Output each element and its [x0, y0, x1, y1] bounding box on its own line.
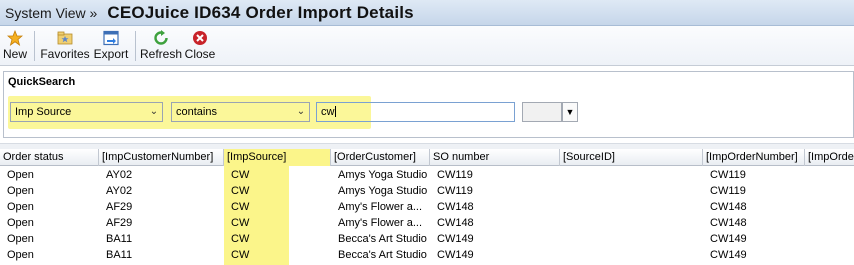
cell-imp-customer-number: AF29 — [106, 217, 133, 229]
cell-imp-source: CW — [231, 233, 250, 245]
cell-so-number: CW148 — [437, 217, 474, 229]
table-row[interactable]: Open BA11 CW Becca's Art Studio CW149 CW… — [0, 231, 854, 247]
export-button[interactable]: Export — [91, 26, 131, 64]
cell-source-id — [560, 167, 703, 183]
refresh-icon — [153, 29, 169, 46]
new-button[interactable]: New — [0, 26, 30, 64]
cell-imp-order-number: CW148 — [710, 201, 747, 213]
star-icon — [7, 29, 23, 46]
field-dropdown-value: Imp Source — [15, 106, 72, 118]
grid-header: Order status [ImpCustomerNumber] [ImpSou… — [0, 149, 854, 166]
cell-order-status: Open — [7, 249, 34, 261]
page-title: CEOJuice ID634 Order Import Details — [107, 2, 414, 22]
toolbar-separator — [135, 31, 136, 61]
cell-imp-order-number: CW149 — [710, 249, 747, 261]
cell-order-customer: Amy's Flower a... — [338, 201, 423, 213]
toolbar: New Favorites Export Refresh Close — [0, 26, 854, 66]
close-button-label: Close — [184, 47, 216, 61]
cell-imp-order-number: CW149 — [710, 233, 747, 245]
cell-imp-customer-number: AF29 — [106, 201, 133, 213]
cell-imp-source: CW — [231, 185, 250, 197]
refresh-button-label: Refresh — [139, 47, 183, 61]
text-caret — [335, 106, 337, 117]
cell-order-status: Open — [7, 217, 34, 229]
cell-imp-order-number: CW119 — [710, 169, 746, 181]
quicksearch-title: QuickSearch — [8, 76, 76, 88]
chevron-down-icon: ⌄ — [149, 106, 159, 117]
cell-imp-source: CW — [231, 169, 250, 181]
column-header[interactable]: SO number — [430, 149, 560, 166]
table-row[interactable]: Open AY02 CW Amys Yoga Studio CW119 CW11… — [0, 167, 854, 183]
column-header[interactable]: [ImpCustomerNumber] — [99, 149, 224, 166]
favorites-folder-icon — [56, 29, 74, 46]
toolbar-separator — [34, 31, 35, 61]
operator-dropdown-value: contains — [176, 106, 217, 118]
new-button-label: New — [2, 47, 27, 61]
favorites-button[interactable]: Favorites — [39, 26, 91, 64]
cell-imp-customer-number: AY02 — [106, 169, 133, 181]
cell-source-id — [560, 199, 703, 215]
caret-down-icon: ▼ — [565, 107, 575, 117]
close-button[interactable]: Close — [182, 26, 218, 64]
column-header[interactable]: [ImpSource] — [224, 149, 331, 166]
search-input[interactable]: cw — [316, 102, 515, 122]
cell-imp-customer-number: BA11 — [106, 233, 133, 245]
table-row[interactable]: Open AY02 CW Amys Yoga Studio CW119 CW11… — [0, 183, 854, 199]
table-row[interactable]: Open AF29 CW Amy's Flower a... CW148 CW1… — [0, 215, 854, 231]
cell-imp-order-number: CW148 — [710, 217, 747, 229]
breadcrumb[interactable]: System View » — [5, 5, 97, 21]
cell-order-status: Open — [7, 185, 34, 197]
cell-source-id — [560, 247, 703, 263]
cell-imp-order-number: CW119 — [710, 185, 746, 197]
cell-so-number: CW149 — [437, 233, 474, 245]
close-icon — [192, 29, 208, 46]
cell-order-status: Open — [7, 233, 34, 245]
cell-so-number: CW148 — [437, 201, 474, 213]
table-row[interactable]: Open AF29 CW Amy's Flower a... CW148 CW1… — [0, 199, 854, 215]
cell-order-customer: Becca's Art Studio — [338, 249, 427, 261]
export-button-label: Export — [93, 47, 129, 61]
cell-order-status: Open — [7, 201, 34, 213]
column-header[interactable]: [SourceID] — [560, 149, 703, 166]
cell-imp-customer-number: AY02 — [106, 185, 133, 197]
color-swatch[interactable] — [522, 102, 562, 122]
data-grid: Order status [ImpCustomerNumber] [ImpSou… — [0, 149, 854, 265]
cell-source-id — [560, 215, 703, 231]
cell-order-customer: Becca's Art Studio — [338, 233, 427, 245]
cell-order-customer: Amys Yoga Studio — [338, 185, 428, 197]
cell-order-customer: Amys Yoga Studio — [338, 169, 428, 181]
cell-source-id — [560, 183, 703, 199]
cell-imp-source: CW — [231, 201, 250, 213]
color-dropdown-button[interactable]: ▼ — [562, 102, 578, 122]
field-dropdown[interactable]: Imp Source ⌄ — [10, 102, 163, 122]
column-header[interactable]: [OrderCustomer] — [331, 149, 430, 166]
cell-so-number: CW119 — [437, 185, 473, 197]
cell-imp-source: CW — [231, 217, 250, 229]
refresh-button[interactable]: Refresh — [140, 26, 182, 64]
chevron-down-icon: ⌄ — [296, 106, 306, 117]
table-row[interactable]: Open BA11 CW Becca's Art Studio CW149 CW… — [0, 247, 854, 263]
export-icon — [102, 29, 120, 46]
operator-dropdown[interactable]: contains ⌄ — [171, 102, 310, 122]
cell-so-number: CW119 — [437, 169, 473, 181]
column-header[interactable]: Order status — [0, 149, 99, 166]
quicksearch-panel: QuickSearch Imp Source ⌄ contains ⌄ cw ▼ — [3, 71, 854, 138]
cell-imp-customer-number: BA11 — [106, 249, 133, 261]
column-header[interactable]: [ImpOrde — [805, 149, 854, 166]
color-picker[interactable]: ▼ — [522, 102, 578, 122]
cell-order-customer: Amy's Flower a... — [338, 217, 423, 229]
favorites-button-label: Favorites — [40, 47, 90, 61]
search-input-value: cw — [321, 106, 335, 118]
cell-source-id — [560, 231, 703, 247]
title-bar: System View » CEOJuice ID634 Order Impor… — [0, 0, 854, 26]
cell-so-number: CW149 — [437, 249, 474, 261]
cell-order-status: Open — [7, 169, 34, 181]
cell-imp-source: CW — [231, 249, 250, 261]
column-header[interactable]: [ImpOrderNumber] — [703, 149, 805, 166]
